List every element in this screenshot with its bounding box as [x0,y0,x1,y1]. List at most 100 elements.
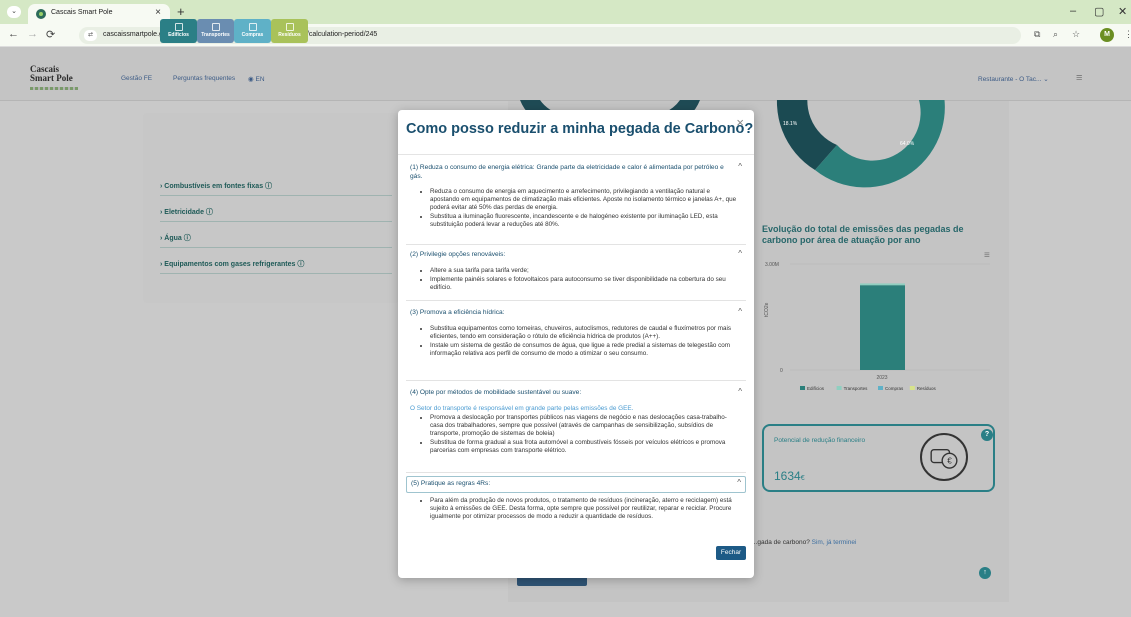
tip-list: Substitua equipamentos como torneiras, c… [406,321,746,358]
forward-arrow-icon[interactable]: → [27,28,38,40]
chevron-up-icon: ^ [738,307,742,316]
legend-label[interactable]: Resíduos [917,386,937,391]
browser-menu-icon[interactable]: ⋮ [1124,29,1131,40]
tip-item: Para além da produção de novos produtos,… [430,497,738,521]
carbon-tips-modal: Como posso reduzir a minha pegada de Car… [398,110,754,578]
tip-section-title: (4) Opte por métodos de mobilidade suste… [410,389,582,396]
tab-edificios-label: Edifícios [168,32,189,38]
accordion-combustiveis[interactable]: › Combustíveis em fontes fixas ⓘ [160,181,272,191]
tip-section-4: (4) Opte por métodos de mobilidade suste… [406,386,746,456]
chevron-down-icon: ⌄ [1043,76,1049,83]
accordion-label: Combustíveis em fontes fixas [164,183,264,190]
logo-line-2: Smart Pole [30,73,73,83]
tab-title: Cascais Smart Pole [51,9,113,16]
info-icon: ⓘ [297,261,305,268]
tip-list: Promova a deslocação por transportes púb… [406,413,746,455]
tip-item: Substitua de forma gradual a sua frota a… [430,439,738,455]
logo-stripe [30,87,78,90]
tab-transportes[interactable]: Transportes [197,19,234,43]
info-icon: ⓘ [265,183,273,190]
donut-slice-teal[interactable] [815,100,945,188]
hamburger-menu-icon[interactable]: ≡ [1076,72,1082,84]
window-minimize-button[interactable]: – [1070,5,1076,17]
tip-section-title: (2) Privilegie opções renováveis: [410,251,506,258]
emissions-bar-chart: 3.00M 0 tCO2e 2023 Edifícios Transportes C… [764,262,990,391]
tab-close-icon[interactable]: × [155,7,161,18]
donut-label-2: 64.0% [900,141,915,147]
accordion-label: Equipamentos com gases refrigerantes [164,261,296,268]
tip-section-header[interactable]: (4) Opte por métodos de mobilidade suste… [406,386,746,401]
tip-section-title: (5) Pratique as regras 4Rs: [411,480,491,487]
close-modal-button[interactable]: Fechar [716,546,746,560]
accordion-agua[interactable]: › Água ⓘ [160,233,191,243]
divider [406,300,746,301]
legend-swatch [836,386,842,390]
language-toggle[interactable]: ◉ EN [248,75,265,83]
bookmark-star-icon[interactable]: ☆ [1072,29,1080,40]
bar-edifícios[interactable] [860,285,905,370]
new-tab-button[interactable]: + [177,4,185,19]
completion-question-text: ...gada de carbono? [752,539,810,546]
app-header: Cascais Smart Pole Gestão FE Perguntas f… [0,47,1131,101]
profile-avatar[interactable]: M [1100,28,1114,42]
financial-unit: € [800,475,805,482]
divider [406,244,746,245]
browser-tab[interactable]: Cascais Smart Pole × [28,4,170,24]
cascais-logo[interactable]: Cascais Smart Pole [30,65,73,83]
chevron-up-icon: ^ [738,162,742,171]
x-tick-label: 2023 [876,375,887,381]
legend-label[interactable]: Compras [885,386,904,391]
tab-list-button[interactable]: ⌄ [7,6,21,18]
tip-item: Promova a deslocação por transportes púb… [430,414,738,438]
back-arrow-icon[interactable]: ← [8,28,19,40]
close-icon[interactable]: × [736,115,744,130]
tip-section-header[interactable]: (5) Pratique as regras 4Rs: ^ [406,476,746,493]
tip-section-2: (2) Privilegie opções renováveis: ^ Alter… [406,248,746,293]
tip-section-title: (3) Promova a eficiência hídrica: [410,309,505,316]
financial-amount: 1634 [774,469,801,483]
tip-item: Altere a sua tarifa para tarifa verde; [430,267,738,275]
nav-gestao-fe[interactable]: Gestão FE [121,75,152,82]
tip-section-header[interactable]: (2) Privilegie opções renováveis: ^ [406,248,746,263]
chevron-up-icon: ^ [738,249,742,258]
window-close-button[interactable]: ✕ [1118,5,1127,18]
restaurant-select[interactable]: Restaurante - O Tac... ⌄ [978,75,1049,83]
chart-title: Evolução do total de emissões das pegada… [762,224,964,245]
legend-label[interactable]: Transportes [844,386,869,391]
reload-icon[interactable]: ⟳ [46,28,55,41]
divider [160,273,392,274]
chevron-up-icon: ^ [738,387,742,396]
tip-section-header[interactable]: (1) Reduza o consumo de energia elétrica… [406,161,746,184]
legend-swatch [800,386,805,390]
nav-perguntas-frequentes[interactable]: Perguntas frequentes [173,75,235,82]
tab-residuos-label: Resíduos [278,32,301,38]
window-maximize-button[interactable]: ▢ [1094,5,1104,18]
site-info-icon[interactable]: ⇄ [84,30,97,41]
language-label: EN [255,76,265,83]
tab-compras[interactable]: Compras [234,19,271,43]
tab-residuos[interactable]: Resíduos [271,19,308,43]
zoom-icon[interactable]: ⌕ [1053,29,1058,40]
tip-list: Para além da produção de novos produtos,… [406,493,746,521]
accordion-gases-refrigerantes[interactable]: › Equipamentos com gases refrigerantes ⓘ [160,259,304,269]
tip-section-5: (5) Pratique as regras 4Rs: ^ Para além d… [406,476,746,522]
legend-label[interactable]: Edifícios [807,386,825,391]
coins-icon: € [920,433,968,481]
scroll-up-icon[interactable]: ↑ [979,567,991,579]
tab-edificios[interactable]: Edifícios [160,19,197,43]
info-icon: ⓘ [205,209,213,216]
completion-link[interactable]: Sim, já terminei [812,539,857,546]
info-icon: ⓘ [183,235,191,242]
bar-transportes[interactable] [860,283,905,286]
tip-item: Substitua a iluminação fluorescente, inc… [430,213,738,229]
translate-icon[interactable]: ⧉ [1034,29,1040,40]
help-icon[interactable]: ? [981,429,993,441]
tip-section-title: (1) Reduza o consumo de energia elétrica… [410,164,724,180]
tip-item: Substitua equipamentos como torneiras, c… [430,325,738,341]
tip-section-header[interactable]: (3) Promova a eficiência hídrica: ^ [406,306,746,321]
tip-item: Reduza o consumo de energia em aquecimen… [430,188,738,212]
globe-icon: ◉ [248,76,254,83]
tip-section-note: O Setor do transporte é responsável em g… [410,404,634,412]
y-tick-top: 3.00M [765,262,779,268]
accordion-eletricidade[interactable]: › Eletricidade ⓘ [160,207,213,217]
